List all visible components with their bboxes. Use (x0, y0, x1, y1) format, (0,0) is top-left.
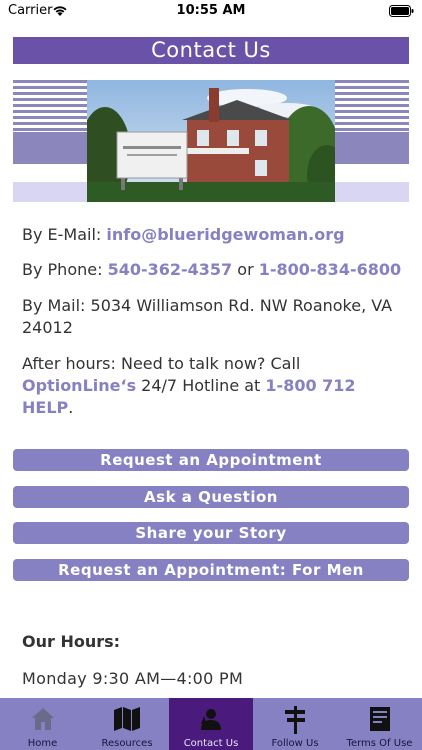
contact-icon (201, 709, 221, 730)
banner (13, 80, 409, 202)
phone-line: By Phone: 540-362-4357 or 1-800-834-6800 (22, 259, 407, 281)
tab-home-label: Home (27, 738, 58, 749)
tab-home[interactable]: Home (0, 698, 85, 750)
clock: 10:55 AM (176, 3, 246, 18)
banner-stripes-right (334, 80, 409, 202)
after-hours-line: After hours: Need to talk now? Call Opti… (22, 353, 407, 419)
status-bar: Carrier 10:55 AM (0, 0, 422, 24)
email-line: By E-Mail: info@blueridgewoman.org (22, 224, 407, 246)
ask-question-button[interactable]: Ask a Question (13, 486, 409, 508)
hours-heading: Our Hours: (22, 632, 121, 651)
tab-terms-of-use-label: Terms Of Use (346, 738, 413, 749)
hours-monday: Monday 9:30 AM—4:00 PM (22, 669, 244, 688)
email-prefix: By E-Mail: (22, 225, 107, 244)
phone-link-tollfree[interactable]: 1-800-834-6800 (259, 260, 401, 279)
share-story-button[interactable]: Share your Story (13, 522, 409, 544)
document-icon (369, 707, 390, 731)
tab-follow-us[interactable]: Follow Us (253, 698, 337, 750)
phone-or: or (232, 260, 259, 279)
home-icon (31, 708, 54, 730)
request-appointment-men-button[interactable]: Request an Appointment: For Men (13, 559, 409, 581)
mail-line: By Mail: 5034 Williamson Rd. NW Roanoke,… (22, 296, 393, 337)
after-hours-prefix: After hours: Need to talk now? Call (22, 354, 301, 373)
after-hours-end: . (68, 398, 74, 417)
building-photo (87, 80, 335, 202)
email-link[interactable]: info@blueridgewoman.org (106, 225, 344, 244)
tab-bar: Home Resources Contact Us Follow Us Term… (0, 698, 422, 750)
page-title: Contact Us (13, 37, 409, 64)
map-icon (114, 707, 140, 731)
tab-contact-us[interactable]: Contact Us (169, 698, 253, 750)
tab-contact-us-label: Contact Us (183, 738, 239, 749)
phone-link-local[interactable]: 540-362-4357 (108, 260, 233, 279)
tab-resources-label: Resources (101, 738, 153, 749)
tab-follow-us-label: Follow Us (271, 738, 319, 749)
battery-icon (389, 5, 414, 17)
signpost-icon (285, 706, 305, 734)
tab-resources[interactable]: Resources (85, 698, 169, 750)
tab-terms-of-use[interactable]: Terms Of Use (337, 698, 422, 750)
optionline-link[interactable]: OptionLine‘s (22, 376, 136, 395)
phone-prefix: By Phone: (22, 260, 108, 279)
after-hours-mid: 24/7 Hotline at (136, 376, 266, 395)
banner-stripes-left (13, 80, 88, 202)
request-appointment-button[interactable]: Request an Appointment (13, 449, 409, 471)
